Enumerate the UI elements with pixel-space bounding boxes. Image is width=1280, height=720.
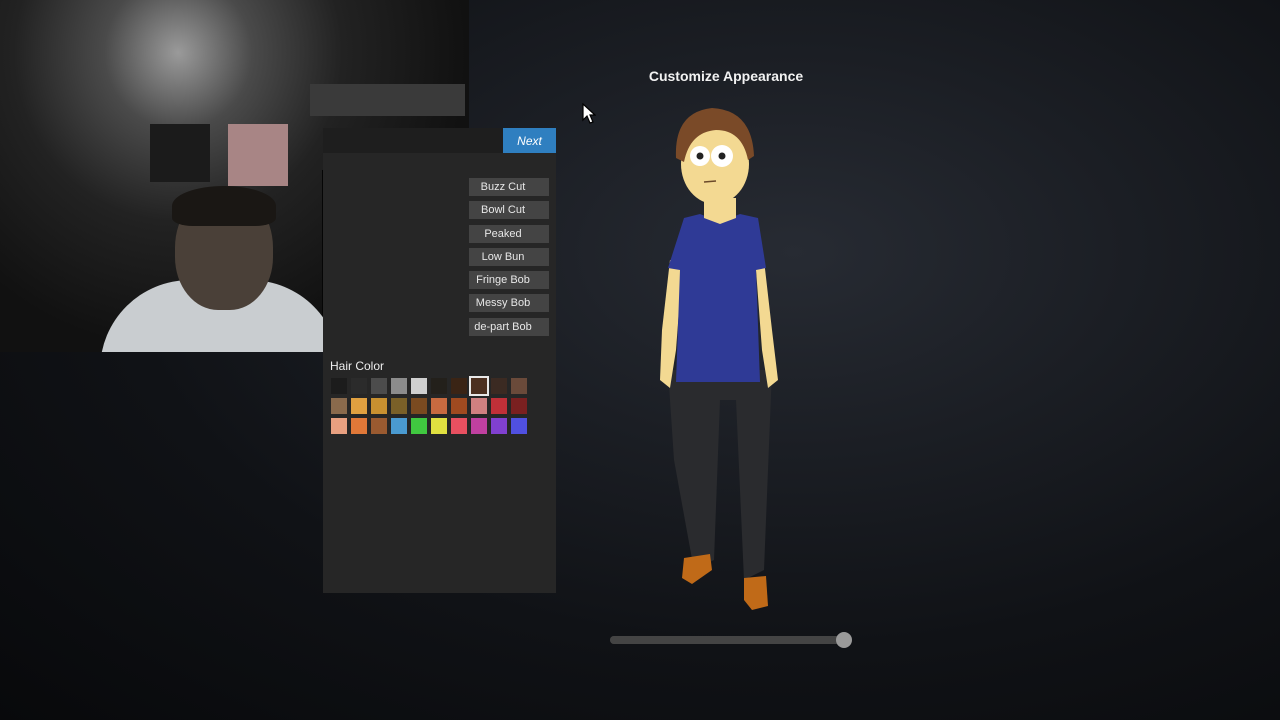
character-pupil-right xyxy=(718,152,726,160)
character-shoe-right xyxy=(744,576,768,610)
hair-style-list: Buzz Cut Bowl Cut Peaked Low Bun Fringe Bob M… xyxy=(469,178,549,341)
mouse-cursor-icon xyxy=(582,103,596,124)
character-shirt xyxy=(668,214,766,382)
zoom-slider-fill xyxy=(610,636,844,644)
hair-color-swatch[interactable] xyxy=(391,378,407,394)
hair-color-swatch[interactable] xyxy=(331,418,347,434)
character-preview[interactable] xyxy=(640,100,800,620)
hair-color-swatch[interactable] xyxy=(331,378,347,394)
webcam-poster xyxy=(150,124,210,182)
hair-color-swatch[interactable] xyxy=(451,398,467,414)
hair-color-swatch[interactable] xyxy=(469,376,489,396)
character-shoe-left xyxy=(682,554,712,584)
webcam-person-hair xyxy=(172,186,276,226)
hair-color-swatch[interactable] xyxy=(451,378,467,394)
next-button[interactable]: Next xyxy=(503,128,556,153)
hair-color-swatch[interactable] xyxy=(351,418,367,434)
hair-color-swatch[interactable] xyxy=(411,378,427,394)
customization-panel: Next Buzz Cut Bowl Cut Peaked Low Bun Fringe… xyxy=(323,128,556,593)
hair-color-swatch[interactable] xyxy=(451,418,467,434)
hair-color-swatch[interactable] xyxy=(371,378,387,394)
hair-style-option[interactable]: Bowl Cut xyxy=(469,201,549,220)
hair-color-swatch[interactable] xyxy=(391,418,407,434)
hair-color-swatch[interactable] xyxy=(351,398,367,414)
hair-color-swatch[interactable] xyxy=(491,378,507,394)
page-title: Customize Appearance xyxy=(648,68,804,84)
hair-color-swatch[interactable] xyxy=(351,378,367,394)
hair-color-swatch[interactable] xyxy=(491,398,507,414)
hair-color-swatch[interactable] xyxy=(511,378,527,394)
zoom-slider[interactable] xyxy=(610,632,852,648)
webcam-ceiling-light xyxy=(310,84,465,116)
hair-color-swatch[interactable] xyxy=(371,398,387,414)
hair-color-swatch[interactable] xyxy=(331,398,347,414)
hair-color-grid xyxy=(331,376,527,434)
hair-color-swatch[interactable] xyxy=(371,418,387,434)
zoom-slider-thumb[interactable] xyxy=(835,632,852,648)
webcam-poster xyxy=(228,124,288,186)
hair-color-swatch[interactable] xyxy=(491,418,507,434)
hair-color-swatch[interactable] xyxy=(431,418,447,434)
hair-color-swatch[interactable] xyxy=(411,418,427,434)
hair-color-swatch[interactable] xyxy=(471,398,487,414)
hair-color-swatch[interactable] xyxy=(511,398,527,414)
hair-color-swatch[interactable] xyxy=(471,418,487,434)
hair-style-option[interactable]: Messy Bob xyxy=(469,294,549,313)
character-pants xyxy=(668,370,772,580)
character-mouth xyxy=(703,180,717,183)
hair-style-option[interactable]: de-part Bob xyxy=(469,317,549,336)
character-pupil-left xyxy=(696,152,704,160)
hair-color-swatch[interactable] xyxy=(391,398,407,414)
hair-style-option[interactable]: Buzz Cut xyxy=(469,178,549,196)
hair-color-swatch[interactable] xyxy=(431,398,447,414)
hair-color-swatch[interactable] xyxy=(411,398,427,414)
hair-color-label: Hair Color xyxy=(330,359,385,373)
hair-style-option[interactable]: Fringe Bob xyxy=(469,271,549,290)
hair-color-swatch[interactable] xyxy=(511,418,527,434)
hair-style-option[interactable]: Peaked xyxy=(469,224,549,243)
hair-style-option[interactable]: Low Bun xyxy=(469,247,549,266)
hair-color-swatch[interactable] xyxy=(431,378,447,394)
